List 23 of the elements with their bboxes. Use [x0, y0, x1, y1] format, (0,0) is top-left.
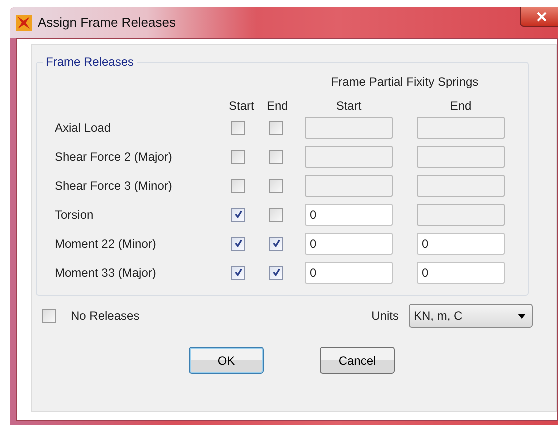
- release-label: Torsion: [55, 206, 95, 224]
- column-heading: Start: [229, 99, 256, 113]
- checkbox-label: No Releases: [71, 309, 140, 323]
- window-title: Assign Frame Releases: [38, 15, 176, 30]
- column-heading: End: [267, 99, 290, 113]
- release-label: Shear Force 3 (Minor): [55, 178, 174, 194]
- release-label: Moment 33 (Major): [55, 264, 158, 282]
- input-field[interactable]: 0: [305, 204, 393, 226]
- input-field[interactable]: 0: [305, 262, 393, 284]
- input-field[interactable]: 0: [417, 262, 505, 284]
- input-field[interactable]: 0: [417, 232, 505, 254]
- group-title: Frame Releases: [45, 55, 136, 69]
- release-label: Shear Force 2 (Major): [55, 148, 174, 166]
- cancel-button[interactable]: Cancel: [320, 347, 395, 374]
- release-label: Axial Load: [55, 120, 112, 136]
- column-heading: Frame Partial Fixity Springs: [330, 74, 480, 91]
- column-heading: End: [449, 99, 473, 113]
- release-label: Moment 22 (Minor): [55, 236, 158, 252]
- units-dropdown[interactable]: KN, m, C: [409, 304, 533, 328]
- units-label: Units: [372, 309, 399, 323]
- column-heading: Start: [335, 99, 363, 113]
- input-field[interactable]: 0: [305, 232, 393, 254]
- ok-button[interactable]: OK: [189, 347, 264, 374]
